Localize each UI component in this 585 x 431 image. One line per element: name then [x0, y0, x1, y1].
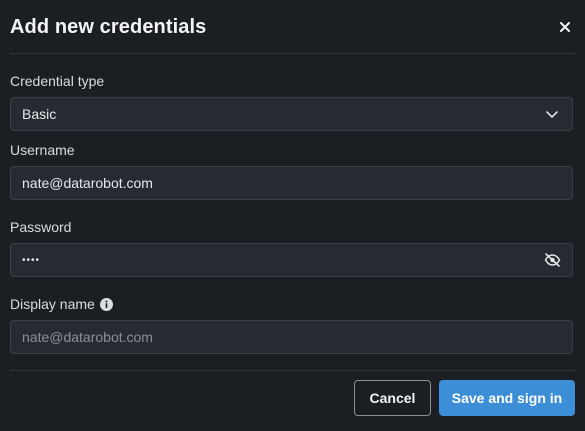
footer-divider — [10, 370, 575, 371]
cancel-button[interactable]: Cancel — [354, 380, 431, 416]
password-input[interactable]: •••• — [10, 243, 573, 277]
eye-off-icon[interactable] — [543, 251, 561, 269]
display-name-label: Display name — [10, 296, 113, 312]
save-and-sign-in-button[interactable]: Save and sign in — [439, 380, 575, 416]
username-input[interactable]: nate@datarobot.com — [10, 166, 573, 200]
close-icon — [560, 19, 570, 37]
credential-type-select[interactable]: Basic — [10, 97, 573, 131]
password-masked-value: •••• — [22, 254, 41, 266]
password-label: Password — [10, 219, 72, 235]
username-value: nate@datarobot.com — [22, 175, 153, 191]
chevron-down-icon — [543, 105, 561, 123]
username-label: Username — [10, 142, 75, 158]
credential-type-value: Basic — [22, 106, 57, 122]
display-name-input[interactable]: nate@datarobot.com — [10, 320, 573, 354]
header-divider — [10, 53, 575, 54]
display-name-placeholder: nate@datarobot.com — [22, 329, 153, 345]
dialog-title: Add new credentials — [10, 16, 207, 38]
close-button[interactable] — [556, 18, 574, 38]
add-credentials-dialog: Add new credentials Credential type Basi… — [0, 0, 585, 431]
display-name-label-text: Display name — [10, 296, 95, 312]
info-icon[interactable] — [99, 297, 113, 311]
credential-type-label: Credential type — [10, 73, 105, 89]
